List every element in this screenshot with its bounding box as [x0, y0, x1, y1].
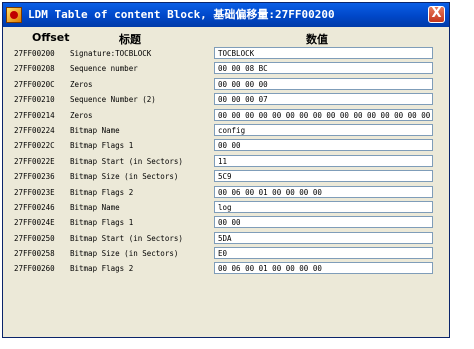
column-header: Offset 标题 数值	[6, 30, 446, 46]
field-list: 27FF00200 Signature:TOCBLOCK TOCBLOCK 27FF0…	[6, 46, 446, 277]
close-button[interactable]: X	[428, 6, 445, 23]
field-offset: 27FF0023E	[14, 187, 55, 197]
field-value-box[interactable]: E0	[214, 247, 433, 260]
field-value-box[interactable]: TOCBLOCK	[214, 47, 433, 59]
field-value-box[interactable]: 00 00 00 07	[214, 93, 433, 106]
field-row: 27FF00208 Sequence number 00 00 08 BC	[6, 61, 446, 76]
client-area: Offset 标题 数值 27FF00200 Signature:TOCBLOCK…	[6, 30, 446, 334]
header-offset: Offset	[32, 31, 70, 44]
field-value-box[interactable]: 00 00 00 00 00 00 00 00 00 00 00 00 00 0…	[214, 108, 433, 121]
field-value-box[interactable]: log	[214, 200, 433, 213]
field-row: 27FF00200 Signature:TOCBLOCK TOCBLOCK	[6, 46, 446, 61]
field-name: Bitmap Flags 1	[70, 141, 134, 151]
field-row: 27FF00210 Sequence Number (2) 00 00 00 07	[6, 92, 446, 107]
field-offset: 27FF0024E	[14, 218, 55, 228]
field-offset: 27FF00250	[14, 233, 55, 243]
field-row: 27FF0022E Bitmap Start (in Sectors) 11	[6, 154, 446, 169]
field-value-box[interactable]: 5C9	[214, 170, 433, 183]
field-offset: 27FF0020C	[14, 79, 55, 89]
field-value-box[interactable]: 00 00	[214, 216, 433, 229]
field-value-box[interactable]: 5DA	[214, 231, 433, 244]
field-row: 27FF0020C Zeros 00 00 00 00	[6, 77, 446, 92]
app-icon	[6, 7, 22, 23]
field-offset: 27FF0022C	[14, 141, 55, 151]
field-value-box[interactable]: 00 00 00 00	[214, 77, 433, 90]
field-name: Bitmap Name	[70, 202, 120, 212]
field-name: Zeros	[70, 110, 93, 120]
field-offset: 27FF00258	[14, 249, 55, 259]
field-row: 27FF00224 Bitmap Name config	[6, 123, 446, 138]
field-row: 27FF0023E Bitmap Flags 2 00 06 00 01 00 00…	[6, 185, 446, 200]
toc-block-window: LDM Table of content Block, 基础偏移量:27FF00…	[2, 2, 450, 338]
field-value-box[interactable]: 00 06 00 01 00 00 00 00	[214, 185, 433, 198]
field-row: 27FF00258 Bitmap Size (in Sectors) E0	[6, 246, 446, 261]
field-offset: 27FF00236	[14, 172, 55, 182]
field-row: 27FF0024E Bitmap Flags 1 00 00	[6, 215, 446, 230]
field-name: Signature:TOCBLOCK	[70, 49, 152, 58]
field-name: Bitmap Start (in Sectors)	[70, 156, 183, 166]
field-name: Bitmap Start (in Sectors)	[70, 233, 183, 243]
field-name: Bitmap Flags 2	[70, 187, 134, 197]
field-offset: 27FF00210	[14, 95, 55, 105]
field-offset: 27FF00200	[14, 49, 55, 58]
field-value-box[interactable]: 11	[214, 154, 433, 167]
header-value: 数值	[306, 33, 328, 46]
field-row: 27FF00260 Bitmap Flags 2 00 06 00 01 00 00…	[6, 261, 446, 276]
window-title: LDM Table of content Block, 基础偏移量:27FF00…	[28, 8, 335, 21]
field-name: Bitmap Flags 1	[70, 218, 134, 228]
field-row: 27FF00246 Bitmap Name log	[6, 200, 446, 215]
field-offset: 27FF0022E	[14, 156, 55, 166]
field-value-box[interactable]: 00 06 00 01 00 00 00 00	[214, 262, 433, 275]
field-row: 27FF00214 Zeros 00 00 00 00 00 00 00 00 00…	[6, 108, 446, 123]
close-icon: X	[431, 6, 442, 21]
field-value-box[interactable]: config	[214, 123, 433, 136]
header-title: 标题	[119, 33, 141, 46]
field-offset: 27FF00224	[14, 125, 55, 135]
field-name: Sequence Number (2)	[70, 95, 156, 105]
field-name: Bitmap Name	[70, 125, 120, 135]
field-name: Sequence number	[70, 64, 138, 74]
field-name: Zeros	[70, 79, 93, 89]
field-offset: 27FF00246	[14, 202, 55, 212]
field-row: 27FF00250 Bitmap Start (in Sectors) 5DA	[6, 231, 446, 246]
field-offset: 27FF00208	[14, 64, 55, 74]
field-name: Bitmap Size (in Sectors)	[70, 249, 179, 259]
field-offset: 27FF00260	[14, 264, 55, 274]
field-name: Bitmap Size (in Sectors)	[70, 172, 179, 182]
field-name: Bitmap Flags 2	[70, 264, 134, 274]
field-value-box[interactable]: 00 00 08 BC	[214, 62, 433, 75]
field-row: 27FF00236 Bitmap Size (in Sectors) 5C9	[6, 169, 446, 184]
field-offset: 27FF00214	[14, 110, 55, 120]
field-row: 27FF0022C Bitmap Flags 1 00 00	[6, 138, 446, 153]
field-value-box[interactable]: 00 00	[214, 139, 433, 152]
title-bar[interactable]: LDM Table of content Block, 基础偏移量:27FF00…	[3, 3, 449, 27]
